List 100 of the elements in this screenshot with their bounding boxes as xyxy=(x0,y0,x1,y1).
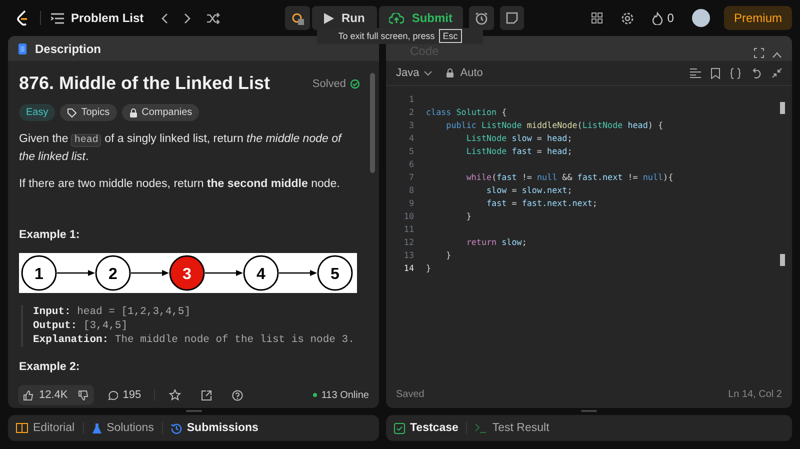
streak-count: 0 xyxy=(667,11,674,25)
line-number: 13 xyxy=(402,250,414,260)
example-heading: Example 2: xyxy=(19,361,81,373)
companies-button[interactable]: Companies xyxy=(122,104,200,121)
flask-icon xyxy=(92,422,102,434)
code-line: return slow; xyxy=(465,236,527,246)
help-icon[interactable] xyxy=(232,390,244,400)
lock-icon xyxy=(128,108,138,118)
code-line: fast = fast.next.next; xyxy=(486,198,598,208)
line-number: 8 xyxy=(408,184,414,194)
lock-icon xyxy=(446,68,454,78)
example-line: Output: [3,4,5] xyxy=(33,319,129,333)
avatar[interactable] xyxy=(692,9,710,27)
arrow xyxy=(131,270,169,276)
play-icon xyxy=(324,12,334,24)
line-number: 10 xyxy=(402,210,414,220)
code-line: slow = slow.next; xyxy=(486,184,572,194)
line-number: 5 xyxy=(408,146,414,156)
solutions-tab[interactable]: Solutions xyxy=(90,420,156,436)
topics-button[interactable]: Topics xyxy=(60,104,117,121)
line-number: 6 xyxy=(408,158,414,168)
line-number: 7 xyxy=(408,172,414,182)
braces-icon[interactable] xyxy=(730,68,741,78)
line-number: 12 xyxy=(402,236,414,246)
share-icon[interactable] xyxy=(201,390,212,400)
code-line: } xyxy=(465,210,472,220)
list-node: 1 xyxy=(21,255,57,291)
settings-icon[interactable] xyxy=(621,12,634,24)
chevron-left-icon[interactable] xyxy=(160,12,168,24)
list-node: 4 xyxy=(243,255,279,291)
line-number: 11 xyxy=(402,224,414,234)
online-dot xyxy=(313,393,318,397)
flame-icon[interactable] xyxy=(652,12,664,24)
chevron-right-icon[interactable] xyxy=(184,12,191,24)
debug-button[interactable] xyxy=(284,6,310,30)
language-dropdown[interactable]: Java xyxy=(396,67,432,79)
editorial-tab[interactable]: Editorial xyxy=(14,420,77,436)
thumbs-down-icon xyxy=(78,390,89,400)
terminal-icon xyxy=(475,423,488,433)
save-status: Saved xyxy=(396,388,424,400)
list-node: 5 xyxy=(317,255,353,291)
tag-icon xyxy=(67,108,78,118)
example-heading: Example 1: xyxy=(19,229,81,241)
submit-button[interactable]: Submit xyxy=(378,6,462,30)
line-number: 2 xyxy=(408,106,414,116)
test-result-tab[interactable]: Test Result xyxy=(473,420,552,436)
star-icon[interactable] xyxy=(169,389,182,401)
code-line: while(fast != null && fast.next != null){ xyxy=(465,172,674,182)
thumbs-up-icon xyxy=(23,390,34,400)
line-number: 4 xyxy=(408,132,414,142)
problem-title: 876. Middle of the Linked List xyxy=(19,73,270,94)
logo-icon[interactable] xyxy=(16,10,30,26)
like-button[interactable]: 12.4K xyxy=(18,385,73,405)
collapse-icon[interactable] xyxy=(772,68,782,78)
code-line: } xyxy=(445,250,452,260)
run-button[interactable]: Run xyxy=(312,6,377,30)
description-tab[interactable]: Description xyxy=(35,42,102,56)
alarm-clock-icon xyxy=(474,12,488,24)
bug-icon xyxy=(290,12,304,24)
list-node: 2 xyxy=(95,255,131,291)
tooltip-text: To exit full screen, press xyxy=(338,31,435,41)
code-line: class Solution { xyxy=(426,106,507,116)
chevron-up-icon[interactable] xyxy=(772,52,782,58)
ruler-marker xyxy=(780,102,785,114)
difficulty-tag: Easy xyxy=(19,104,56,121)
list-node: 3 xyxy=(169,255,205,291)
bookmark-icon[interactable] xyxy=(711,68,720,78)
line-number: 9 xyxy=(408,198,414,208)
grid-icon[interactable] xyxy=(591,12,604,24)
note-button[interactable] xyxy=(500,6,524,30)
fullscreen-icon[interactable] xyxy=(754,48,764,58)
problem-note: If there are two middle nodes, return the second middle node. xyxy=(19,177,341,192)
note-icon xyxy=(506,12,518,24)
submissions-tab[interactable]: Submissions xyxy=(168,420,260,436)
chevron-down-icon xyxy=(424,70,432,76)
history-icon xyxy=(170,422,182,434)
example-line: Explanation: The middle node of the list is node 3. xyxy=(33,333,356,347)
cursor-position: Ln 14, Col 2 xyxy=(728,388,782,400)
reset-icon[interactable] xyxy=(751,68,762,78)
comment-icon xyxy=(106,390,118,400)
code-line: ListNode fast = head; xyxy=(465,146,572,156)
document-icon xyxy=(18,42,27,54)
comments-button[interactable]: 195 xyxy=(102,385,146,405)
solved-status: Solved xyxy=(312,78,346,90)
arrow xyxy=(279,270,317,276)
auto-mode[interactable]: Auto xyxy=(460,67,483,79)
list-icon[interactable] xyxy=(51,12,64,24)
book-icon xyxy=(16,423,28,433)
code-line: } xyxy=(426,262,432,272)
format-icon[interactable] xyxy=(690,68,701,78)
timer-button[interactable] xyxy=(468,6,494,30)
testcase-tab[interactable]: Testcase xyxy=(392,420,460,436)
ruler-marker xyxy=(780,254,785,266)
premium-button[interactable]: Premium xyxy=(724,6,792,30)
code-line: ListNode slow = head; xyxy=(465,132,572,142)
problem-statement: Given the head of a singly linked list, return the middle node of the linked list. xyxy=(19,132,344,165)
shuffle-icon[interactable] xyxy=(206,12,220,24)
key-cap: Esc xyxy=(438,29,462,43)
line-number: 1 xyxy=(408,94,414,104)
problem-list-link[interactable]: Problem List xyxy=(71,11,144,25)
